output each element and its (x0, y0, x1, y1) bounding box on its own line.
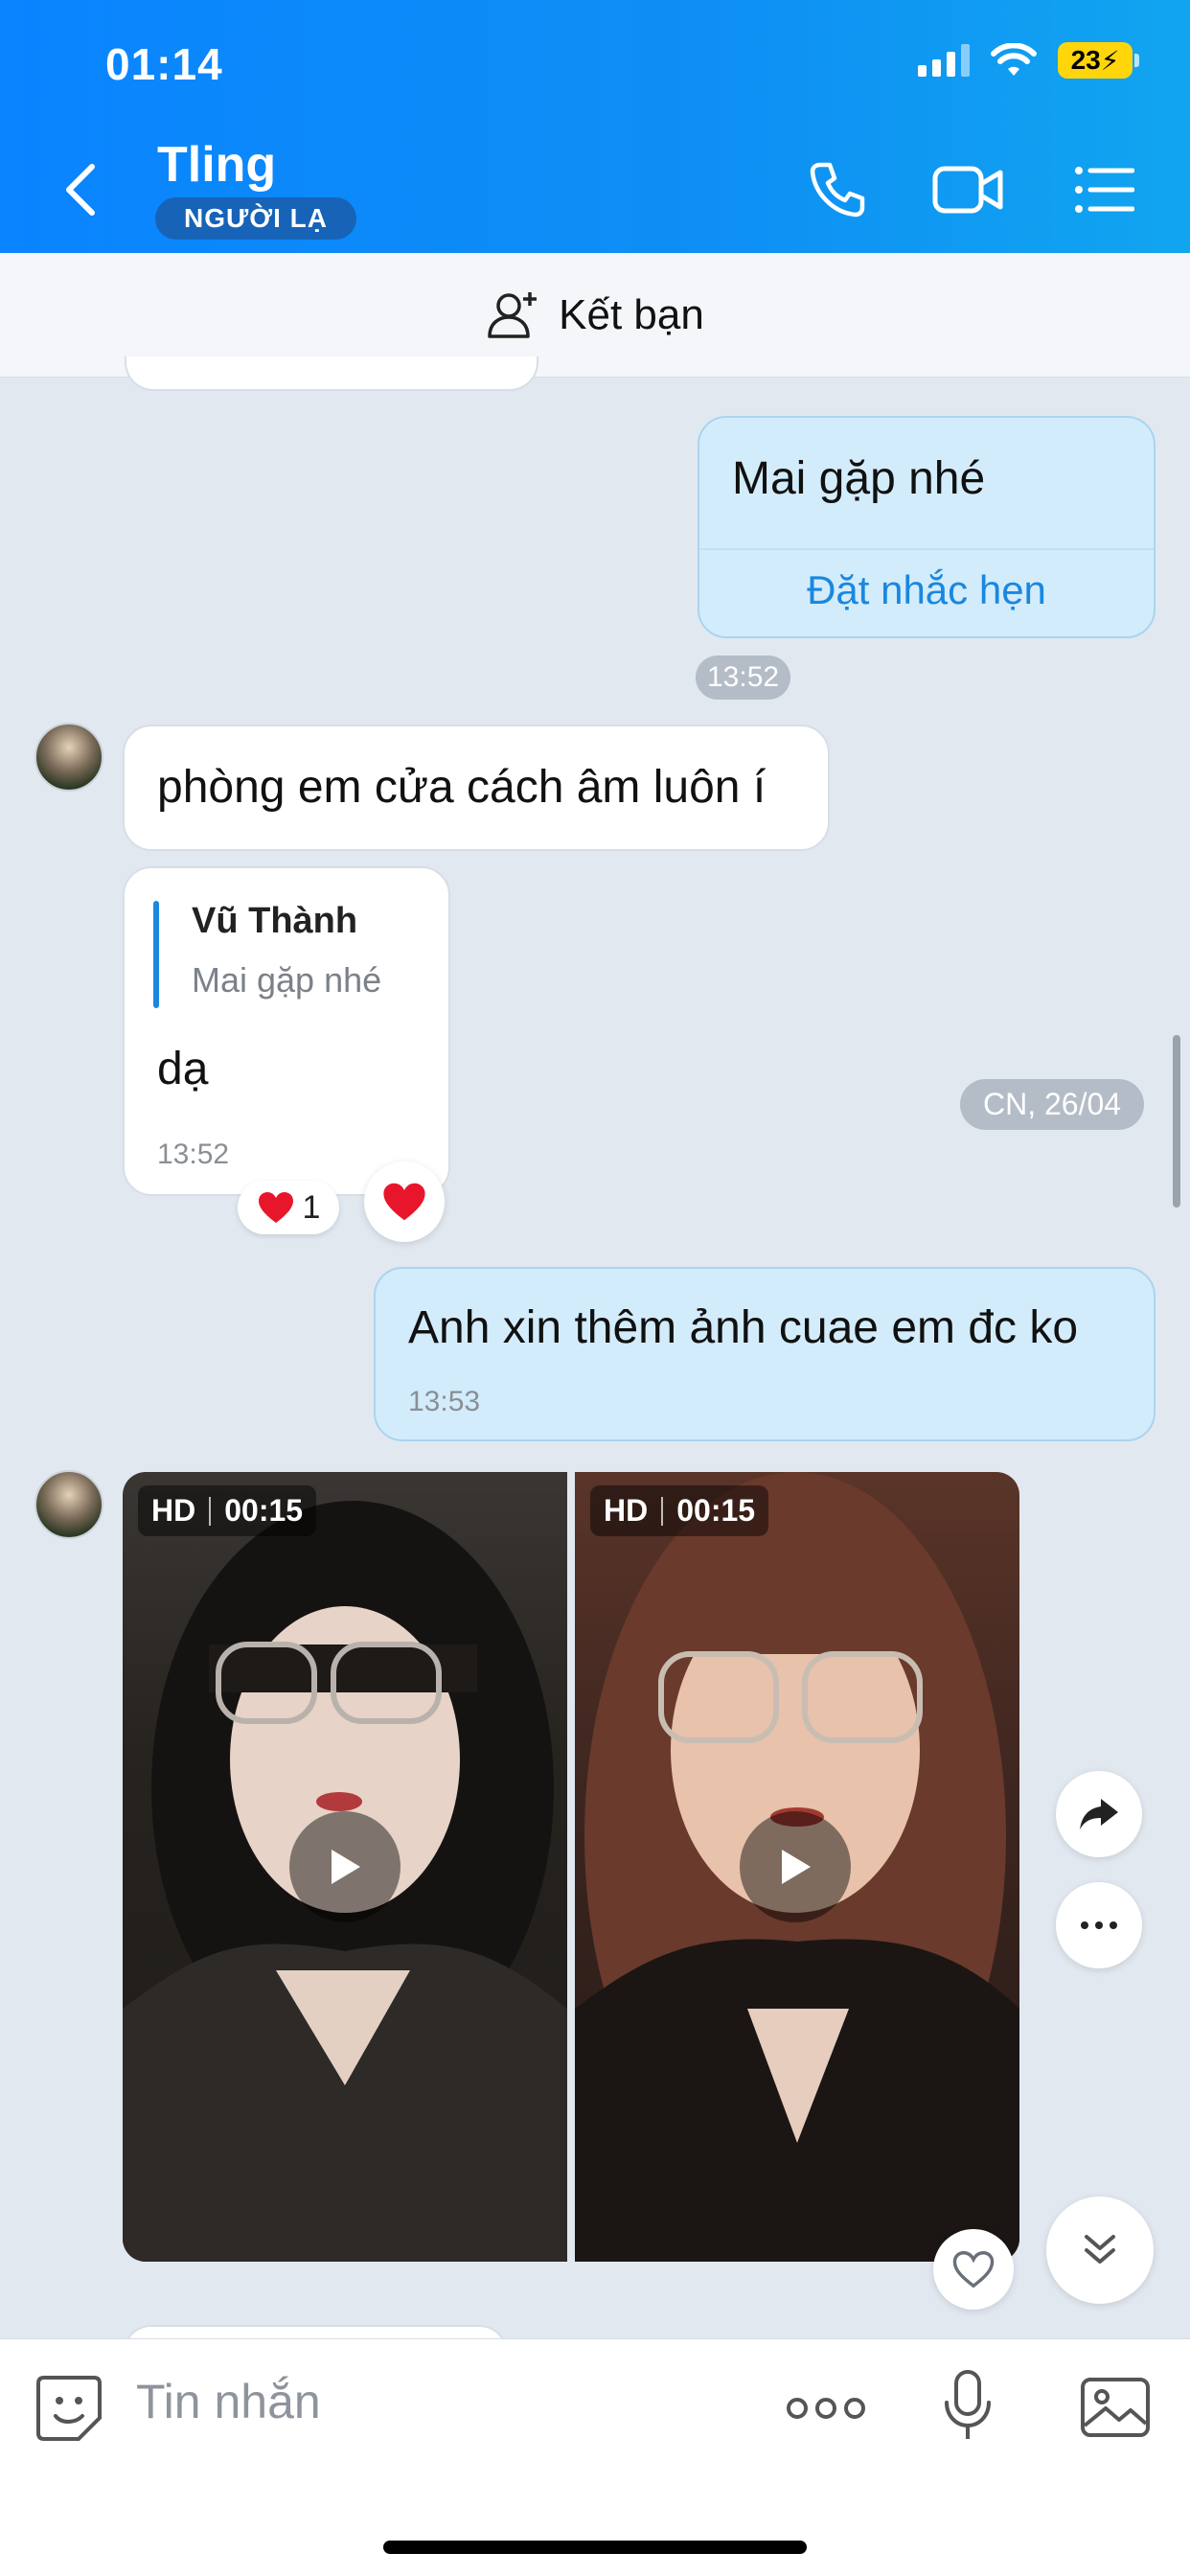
video-quality: HD (604, 1493, 649, 1528)
play-icon (782, 1850, 811, 1884)
previous-message-bubble (125, 356, 538, 391)
badge-divider (209, 1496, 212, 1526)
contact-avatar[interactable] (34, 723, 103, 792)
back-button[interactable] (57, 161, 105, 218)
gallery-button[interactable] (1079, 2376, 1152, 2444)
more-options-button[interactable] (1056, 1882, 1142, 1968)
menu-button[interactable] (1067, 153, 1140, 226)
video-duration: 00:15 (676, 1493, 756, 1528)
battery-icon: 23 ⚡ (1058, 42, 1139, 79)
video-call-button[interactable] (929, 153, 1006, 226)
more-actions-button[interactable] (786, 2395, 866, 2426)
message-text: Anh xin thêm ảnh cuae em đc ko (408, 1302, 1079, 1353)
stranger-badge: NGƯỜI LẠ (155, 197, 356, 240)
message-input[interactable]: Tin nhắn (136, 2374, 321, 2429)
message-input-bar: Tin nhắn (0, 2338, 1190, 2576)
list-menu-icon (1075, 167, 1134, 213)
chat-header: 01:14 23 ⚡ Tling NGƯỜI LẠ (0, 0, 1190, 253)
quote-bar (153, 901, 159, 1008)
play-button[interactable] (289, 1811, 400, 1922)
message-bubble-mine[interactable]: Anh xin thêm ảnh cuae em đc ko 13:53 (374, 1267, 1156, 1441)
message-time: 13:53 (408, 1386, 481, 1417)
message-text: Mai gặp nhé (732, 453, 986, 504)
battery-level: 23 (1070, 45, 1101, 75)
reaction-count: 1 (302, 1188, 321, 1226)
play-button[interactable] (740, 1811, 851, 1922)
microphone-icon (945, 2370, 991, 2439)
call-button[interactable] (801, 153, 874, 226)
scrollbar[interactable] (1173, 1035, 1180, 1208)
double-chevron-down-icon (1085, 2235, 1115, 2264)
message-time: 13:52 (157, 1138, 230, 1170)
quote-author: Vũ Thành (192, 901, 358, 941)
heart-icon (383, 1183, 425, 1221)
video-thumbnail-1[interactable]: HD 00:15 (123, 1472, 567, 2262)
video-duration: 00:15 (224, 1493, 304, 1528)
play-icon (332, 1850, 360, 1884)
forward-button[interactable] (1056, 1771, 1142, 1857)
quote-text: Mai gặp nhé (192, 960, 382, 1000)
wifi-icon (991, 43, 1037, 76)
image-icon (1081, 2378, 1150, 2437)
message-bubble-theirs[interactable]: phòng em cửa cách âm luôn í (123, 724, 830, 851)
share-arrow-icon (1080, 1799, 1118, 1829)
chevron-left-icon (66, 164, 95, 216)
more-circles-icon (787, 2398, 865, 2419)
signal-icon (918, 44, 970, 77)
badge-divider (661, 1496, 664, 1526)
divider (699, 548, 1154, 550)
voice-button[interactable] (941, 2368, 995, 2450)
message-bubble-mine[interactable]: Mai gặp nhé Đặt nhắc hẹn (698, 416, 1156, 638)
scroll-to-bottom-button[interactable] (1046, 2196, 1154, 2304)
video-camera-icon (932, 166, 1003, 214)
video-info-badge: HD 00:15 (138, 1485, 317, 1536)
add-friend-label: Kết bạn (559, 290, 704, 338)
more-dots-icon (1081, 1921, 1117, 1929)
home-indicator (383, 2541, 807, 2554)
add-user-icon (488, 291, 538, 338)
heart-outline-icon (952, 2251, 995, 2288)
video-info-badge: HD 00:15 (590, 1485, 769, 1536)
contact-name[interactable]: Tling (157, 136, 276, 194)
status-time: 01:14 (105, 39, 223, 89)
like-button[interactable] (933, 2229, 1014, 2310)
reaction-summary[interactable]: 1 (238, 1181, 339, 1234)
phone-icon (810, 162, 865, 218)
date-pill: CN, 26/04 (960, 1079, 1145, 1130)
status-icons: 23 ⚡ (918, 42, 1139, 79)
reply-message-bubble[interactable]: Vũ Thành Mai gặp nhé dạ 13:52 (123, 866, 450, 1196)
contact-avatar[interactable] (34, 1470, 103, 1539)
smiley-sticker-icon (36, 2376, 102, 2441)
heart-icon (258, 1192, 293, 1223)
video-thumbnail-2[interactable]: HD 00:15 (575, 1472, 1019, 2262)
video-quality: HD (151, 1493, 196, 1528)
message-text: phòng em cửa cách âm luôn í (157, 762, 767, 813)
react-button[interactable] (364, 1162, 445, 1242)
set-reminder-link[interactable]: Đặt nhắc hẹn (699, 567, 1154, 613)
message-time-pill: 13:52 (696, 656, 791, 700)
message-text: dạ (157, 1044, 209, 1094)
sticker-button[interactable] (34, 2374, 103, 2448)
